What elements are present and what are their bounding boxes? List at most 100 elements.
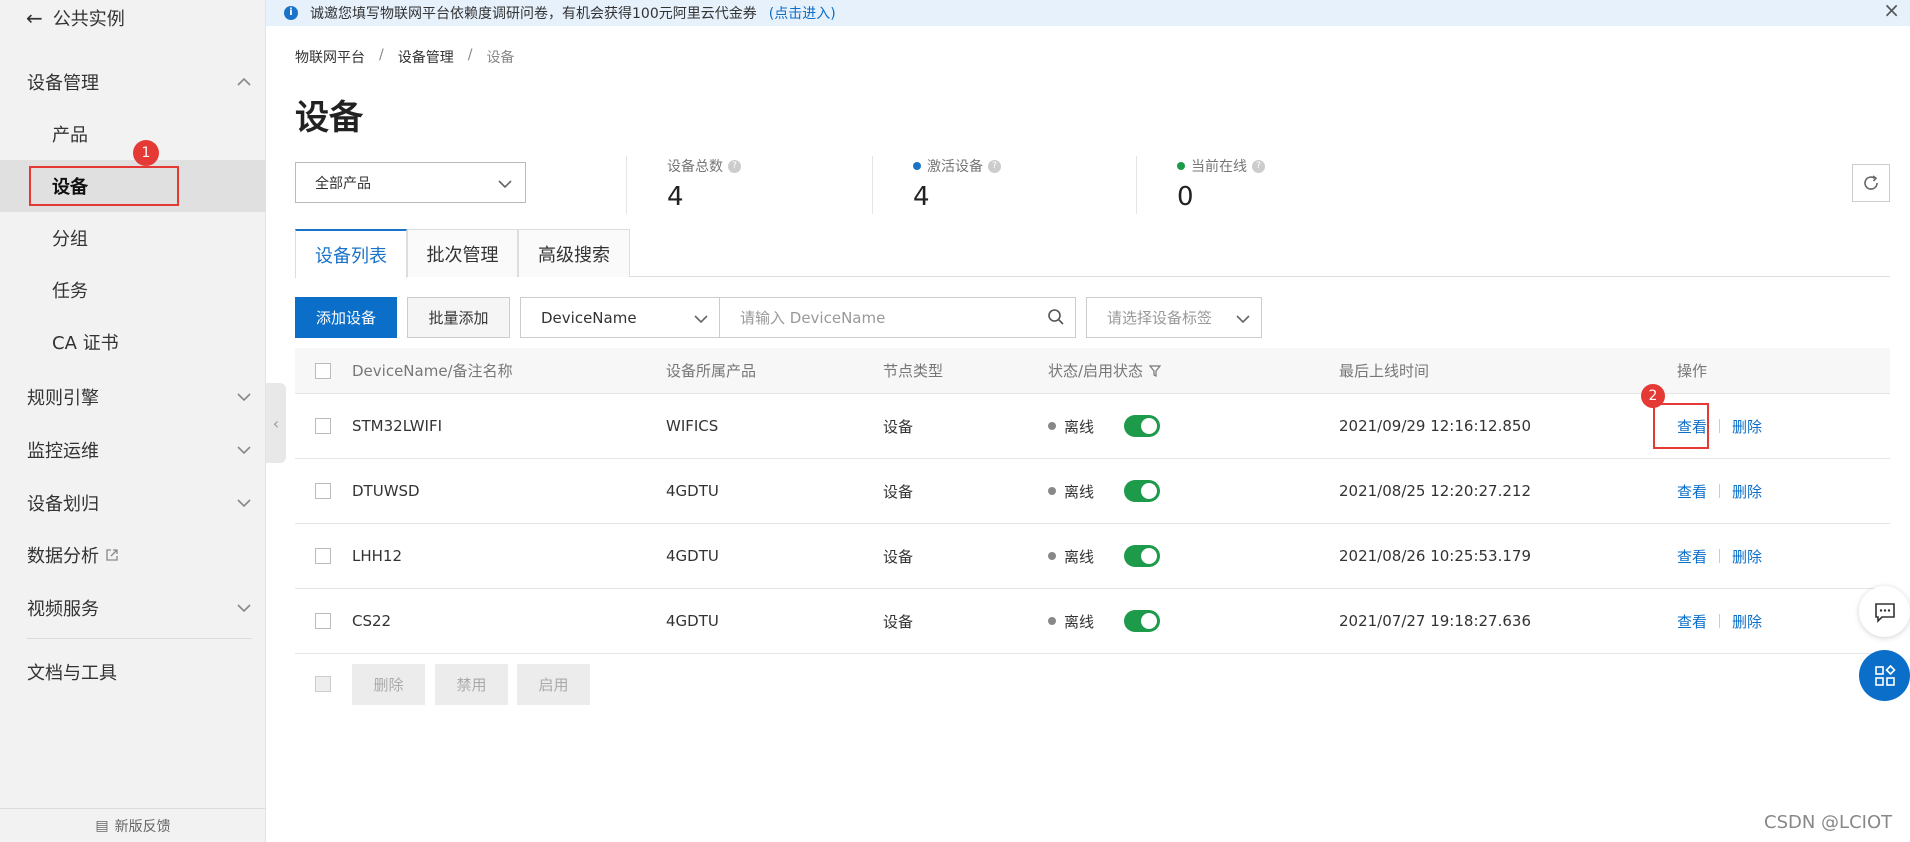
view-link[interactable]: 查看 [1677,611,1707,632]
feedback-icon: ▤ [95,817,109,834]
sidebar-collapse-toggle[interactable]: ‹ [266,383,286,463]
sidebar-item-label: 任务 [52,281,88,302]
sidebar-group-device-management[interactable]: 设备管理 [0,56,266,108]
device-status-label: 离线 [1064,417,1095,436]
sidebar-divider [27,638,252,639]
sidebar-item-group[interactable]: 分组 [0,212,266,264]
delete-link[interactable]: 删除 [1732,546,1762,567]
device-tag-select[interactable]: 请选择设备标签 [1086,297,1262,338]
search-icon[interactable] [1047,308,1065,326]
device-last-online: 2021/08/25 12:20:27.212 [1339,482,1531,500]
device-status: 离线 [1048,589,1094,653]
bulk-disable-button[interactable]: 禁用 [435,664,508,705]
stat-label: 当前在线 [1191,159,1247,175]
column-header-last-online: 最后上线时间 [1339,362,1430,380]
device-status-label: 离线 [1064,612,1095,631]
sidebar-item-task[interactable]: 任务 [0,264,266,316]
row-checkbox[interactable] [315,483,331,499]
device-status: 离线 [1048,524,1094,588]
tab-batch-management[interactable]: 批次管理 [407,229,518,277]
bulk-enable-button[interactable]: 启用 [517,664,590,705]
stat-total-devices: 设备总数 ? 4 [667,156,741,212]
sidebar-item-label: 产品 [52,125,88,146]
chevron-down-icon [1236,315,1250,324]
action-separator [1719,549,1721,563]
sidebar-group-monitoring[interactable]: 监控运维 [0,424,266,476]
table-row: DTUWSD 4GDTU 设备 离线 2021/08/25 12:20:27.2… [295,459,1890,524]
watermark: CSDN @LCIOT [1764,812,1893,833]
filter-icon[interactable] [1148,364,1162,378]
add-device-button[interactable]: 添加设备 [295,297,397,338]
stat-value: 4 [913,182,930,212]
enable-toggle[interactable] [1124,545,1160,567]
select-all-checkbox[interactable] [315,362,331,379]
enable-toggle[interactable] [1124,415,1160,437]
status-dot [1048,487,1056,495]
bulk-select-checkbox[interactable] [315,676,331,692]
tab-device-list[interactable]: 设备列表 [295,229,407,278]
device-tag-placeholder: 请选择设备标签 [1107,309,1213,327]
close-icon[interactable]: × [1883,0,1900,20]
device-status-label: 离线 [1064,547,1095,566]
view-link[interactable]: 查看 [1677,546,1707,567]
sidebar-item-label: 分组 [52,229,88,250]
stat-value: 0 [1177,182,1194,212]
tab-advanced-search[interactable]: 高级搜索 [518,229,630,277]
breadcrumb-item[interactable]: 物联网平台 [295,47,365,67]
help-icon[interactable]: ? [728,159,741,173]
app-root: ← 公共实例 设备管理 产品 设备 1 分组 任务 CA 证书 规则引擎 监控运… [0,0,1910,842]
device-product: WIFICS [666,417,719,435]
refresh-button[interactable] [1852,164,1890,202]
banner-link[interactable]: (点击进入) [769,3,836,23]
chevron-down-icon [237,499,251,508]
chat-icon [1874,602,1895,623]
help-icon[interactable]: ? [988,159,1001,173]
device-name: LHH12 [352,547,403,565]
sidebar-group-video-service[interactable]: 视频服务 [0,582,266,634]
device-table: DeviceName/备注名称 设备所属产品 节点类型 状态/启用状态 最后上线… [295,348,1890,654]
annotation-marker-1: 1 [133,140,159,166]
delete-link[interactable]: 删除 [1732,416,1762,437]
breadcrumb-item[interactable]: 设备管理 [398,47,454,67]
column-header-status: 状态/启用状态 [1048,348,1162,393]
action-separator [1719,419,1721,433]
stat-label: 设备总数 [667,159,723,175]
row-actions: 查看 删除 [1677,524,1762,588]
product-filter-select[interactable]: 全部产品 [295,162,526,203]
row-checkbox[interactable] [315,548,331,564]
device-product: 4GDTU [666,482,719,500]
column-header-device-name[interactable]: DeviceName/备注名称 [352,348,513,393]
row-checkbox[interactable] [315,418,331,434]
status-dot [1048,617,1056,625]
apps-button[interactable] [1859,650,1910,701]
feedback-button[interactable]: ▤ 新版反馈 [0,808,266,842]
bulk-delete-button[interactable]: 删除 [352,664,425,705]
enable-toggle[interactable] [1124,610,1160,632]
sidebar-group-rule-engine[interactable]: 规则引擎 [0,371,266,423]
view-link[interactable]: 查看 [1677,481,1707,502]
column-header-actions: 操作 [1677,362,1708,380]
enable-toggle[interactable] [1124,480,1160,502]
device-name: STM32LWIFI [352,417,442,435]
search-input[interactable] [719,297,1076,338]
sidebar-group-label: 文档与工具 [27,663,117,684]
search-field-select[interactable]: DeviceName [520,297,720,338]
stat-label: 激活设备 [927,159,983,175]
row-checkbox[interactable] [315,613,331,629]
sidebar-item-ca-cert[interactable]: CA 证书 [0,316,266,368]
annotation-box-1 [29,166,179,206]
batch-add-button[interactable]: 批量添加 [407,297,510,338]
sidebar-group-device-assignment[interactable]: 设备划归 [0,477,266,529]
chevron-up-icon [237,77,251,86]
sidebar-group-data-analysis[interactable]: 数据分析 [0,529,266,581]
delete-link[interactable]: 删除 [1732,481,1762,502]
breadcrumb-separator: / [467,47,473,63]
back-to-public-instance[interactable]: ← 公共实例 [26,4,125,32]
help-icon[interactable]: ? [1252,159,1265,173]
chat-support-button[interactable] [1859,586,1910,637]
sidebar-group-label: 设备划归 [27,494,99,515]
delete-link[interactable]: 删除 [1732,611,1762,632]
chevron-down-icon [237,604,251,613]
sidebar-group-docs-tools[interactable]: 文档与工具 [0,646,266,698]
sidebar-group-label: 设备管理 [27,73,99,94]
